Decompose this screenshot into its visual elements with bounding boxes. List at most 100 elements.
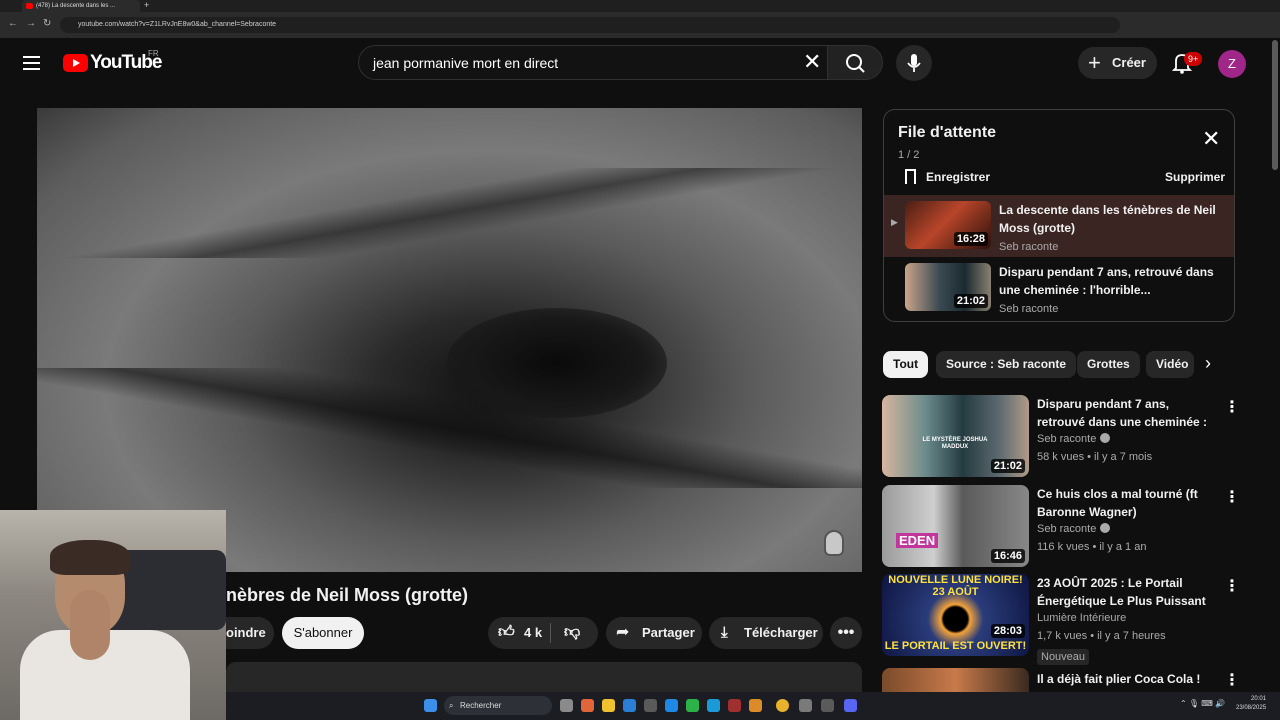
recommendation-meta: 116 k vues • il y a 1 an [1037,541,1147,553]
chip-all[interactable]: Tout [883,351,929,378]
voice-search-button[interactable] [896,45,932,81]
more-options-icon[interactable]: ⋮ [1224,487,1240,507]
share-icon: ➦ [616,624,630,641]
cave-opening [447,308,667,418]
search-button[interactable] [827,45,883,80]
join-button[interactable]: oindre [226,617,274,649]
terminal-icon[interactable] [644,699,657,712]
queue-thumbnail[interactable]: 16:28 [905,201,991,249]
video-player[interactable] [37,108,862,572]
avatar[interactable]: Z [1218,50,1246,78]
queue-thumbnail[interactable]: 21:02 [905,263,991,311]
channel-name[interactable]: Seb raconte [1037,433,1096,445]
recommendation-item[interactable]: NOUVELLE LUNE NOIRE! 23 AOÛT LE PORTAIL … [882,574,1242,665]
task-view-icon[interactable] [560,699,573,712]
chrome-icon[interactable] [776,699,789,712]
recommendation-title[interactable]: Ce huis clos a mal tourné (ft Baronne Wa… [1037,485,1217,521]
recommendation-thumbnail[interactable]: LE MYSTÈRE JOSHUA MADDUX 21:02 [882,395,1029,477]
new-tab-icon[interactable]: + [144,0,149,10]
app-icon[interactable] [728,699,741,712]
store-icon[interactable] [623,699,636,712]
notification-badge: 9+ [1184,52,1203,66]
thumbnail-text: LE MYSTÈRE JOSHUA MADDUX [922,437,988,450]
country-code: FR [148,49,159,58]
discord-icon[interactable] [844,699,857,712]
queue-item[interactable]: ▶ 16:28 La descente dans les ténèbres de… [884,195,1234,257]
download-button[interactable]: ⤓ Télécharger [709,617,823,649]
recommendation-channel[interactable]: Seb raconte [1037,433,1111,445]
recommendation-thumbnail[interactable]: NOUVELLE LUNE NOIRE! 23 AOÛT LE PORTAIL … [882,574,1029,656]
recommendation-thumbnail[interactable]: EDEN 16:46 [882,485,1029,567]
delete-queue-button[interactable]: Supprimer [1165,170,1225,184]
chip-caves[interactable]: Grottes [1077,351,1140,378]
app-icon-2[interactable] [821,699,834,712]
obs-icon[interactable] [799,699,812,712]
recommendation-item[interactable]: Il a déjà fait plier Coca Cola ! ⋮ [882,668,1242,692]
system-tray-icons[interactable]: ⌃ 🎙 ⌨ 🔊 [1180,699,1225,708]
more-options-icon[interactable]: ⋮ [1224,576,1240,596]
recommendation-duration: 16:46 [990,549,1025,563]
widgets-icon[interactable] [581,699,594,712]
now-playing-icon: ▶ [891,217,898,227]
search-input[interactable]: jean pormanive mort en direct [373,55,558,71]
recommendation-channel[interactable]: Seb raconte [1037,523,1111,535]
queue-item-channel[interactable]: Seb raconte [999,303,1058,315]
file-explorer-icon[interactable] [602,699,615,712]
queue-title: File d'attente [898,124,997,141]
recommendation-duration: 21:02 [990,459,1025,473]
save-queue-button[interactable]: Enregistrer [926,170,990,184]
browser-tab[interactable]: (478) La descente dans les ... [22,0,140,12]
recommendation-thumbnail[interactable] [882,668,1029,692]
youtube-favicon-icon [26,3,33,9]
page-scrollbar[interactable] [1272,40,1278,170]
whatsapp-icon[interactable] [686,699,699,712]
clear-search-icon[interactable]: ✕ [803,51,821,73]
recommendation-title[interactable]: Il a déjà fait plier Coca Cola ! [1037,670,1217,688]
back-icon[interactable]: ← [8,18,18,29]
channel-name[interactable]: Seb raconte [1037,523,1096,535]
chevron-right-icon[interactable]: › [1205,353,1211,374]
like-divider [550,623,551,643]
queue-item[interactable]: 21:02 Disparu pendant 7 ans, retrouvé da… [884,257,1234,319]
recommendation-title[interactable]: 23 AOÛT 2025 : Le Portail Énergétique Le… [1037,574,1217,610]
create-button[interactable]: + Créer [1078,47,1157,79]
chip-source[interactable]: Source : Seb raconte [936,351,1077,378]
search-box[interactable]: jean pormanive mort en direct ✕ [358,45,828,80]
recommendation-channel[interactable]: Lumière Intérieure [1037,612,1126,624]
more-options-icon[interactable]: ⋮ [1224,397,1240,417]
more-options-icon[interactable]: ⋮ [1224,670,1240,690]
youtube-logo-icon[interactable] [63,54,88,72]
like-dislike-group: 👍︎ 4 k 👎︎ [488,617,598,649]
taskbar-search-label: Rechercher [460,701,502,710]
forward-icon[interactable]: → [26,18,36,29]
windows-start-icon[interactable] [424,699,437,712]
subscribe-button[interactable]: S'abonner [282,617,364,649]
share-button[interactable]: ➦ Partager [606,617,702,649]
microphone-icon [907,54,921,72]
more-actions-button[interactable]: ••• [830,617,862,649]
create-label: Créer [1112,55,1146,70]
queue-item-channel[interactable]: Seb raconte [999,241,1058,253]
recommendation-title[interactable]: Disparu pendant 7 ans, retrouvé dans une… [1037,395,1217,431]
queue-item-title[interactable]: Disparu pendant 7 ans, retrouvé dans une… [999,263,1229,299]
reload-icon[interactable]: ↻ [43,18,51,29]
menu-icon[interactable] [23,56,40,70]
queue-item-title[interactable]: La descente dans les ténèbres de Neil Mo… [999,201,1229,237]
edge-icon[interactable] [707,699,720,712]
close-queue-icon[interactable]: ✕ [1202,128,1220,150]
new-badge: Nouveau [1037,649,1090,665]
taskbar-clock[interactable]: 20:01 23/08/2025 [1236,695,1266,713]
recommendation-item[interactable]: LE MYSTÈRE JOSHUA MADDUX 21:02 Disparu p… [882,395,1242,480]
like-count[interactable]: 4 k [524,617,542,649]
url-field[interactable]: youtube.com/watch?v=Z1LRvJnE8w0&ab_chann… [60,17,1120,33]
chip-video[interactable]: Vidéo [1146,351,1194,378]
bookmark-icon[interactable] [905,169,916,184]
taskbar-search[interactable]: ⌕ Rechercher [444,696,552,715]
photos-icon[interactable] [665,699,678,712]
recommendation-item[interactable]: EDEN 16:46 Ce huis clos a mal tourné (ft… [882,485,1242,570]
channel-watermark-icon[interactable] [824,530,844,556]
thumbs-down-icon[interactable]: 👎︎ [564,617,580,649]
firefox-icon[interactable] [749,699,762,712]
thumbs-up-icon[interactable]: 👍︎ [498,617,515,649]
browser-tab-bar: (478) La descente dans les ... + [0,0,1280,12]
